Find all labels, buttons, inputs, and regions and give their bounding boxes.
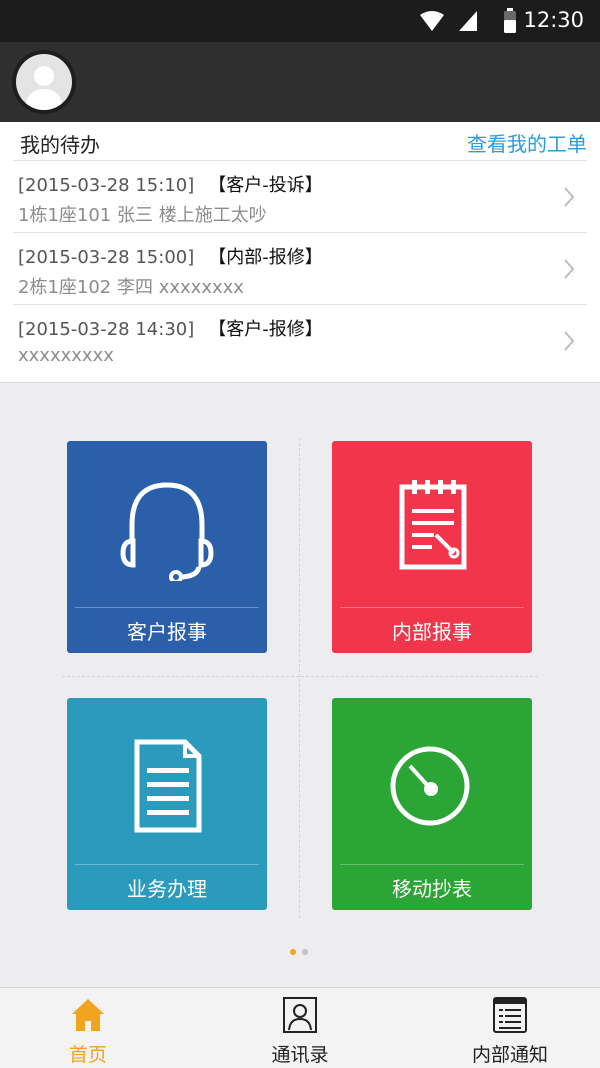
meter-gauge-icon — [390, 746, 470, 826]
customer-report-tile[interactable]: 客户报事 — [67, 441, 267, 653]
tile-label: 客户报事 — [127, 620, 207, 644]
tab-contacts[interactable]: 通讯录 — [200, 988, 400, 1068]
chevron-right-icon — [564, 187, 575, 207]
status-bar: 12:30 — [0, 0, 600, 42]
todo-list: [2015-03-28 15:10] 【客户-投诉】 1栋1座101 张三 楼上施… — [0, 160, 600, 376]
function-grid: 客户报事 内部报事 业务办理 移动抄表 — [0, 383, 600, 987]
chevron-right-icon — [564, 331, 575, 351]
todo-item[interactable]: [2015-03-28 15:10] 【客户-投诉】 1栋1座101 张三 楼上施… — [13, 160, 587, 232]
todo-header: 我的待办 查看我的工单 — [0, 122, 600, 160]
todo-item-title: [2015-03-28 14:30] 【客户-报修】 — [18, 315, 323, 341]
todo-item-title: [2015-03-28 15:00] 【内部-报修】 — [18, 243, 323, 269]
mobile-meter-reading-tile[interactable]: 移动抄表 — [332, 698, 532, 910]
tile-separator — [75, 864, 259, 865]
tab-home[interactable]: 首页 — [0, 988, 188, 1068]
todo-item[interactable]: [2015-03-28 14:30] 【客户-报修】 xxxxxxxxx — [13, 304, 587, 376]
internal-report-tile[interactable]: 内部报事 — [332, 441, 532, 653]
document-icon — [134, 739, 202, 833]
grid-divider-vertical — [299, 438, 300, 918]
tile-label: 移动抄表 — [392, 877, 472, 901]
page-dot — [302, 949, 308, 955]
clock-time: 12:30 — [523, 8, 584, 32]
tab-label: 首页 — [68, 1044, 107, 1066]
todo-item-time: [2015-03-28 14:30] — [18, 319, 195, 340]
todo-title: 我的待办 — [20, 133, 100, 157]
todo-item-title: [2015-03-28 15:10] 【客户-投诉】 — [18, 171, 323, 197]
app-header — [0, 42, 600, 122]
chevron-right-icon — [564, 259, 575, 279]
wifi-icon — [420, 11, 444, 31]
tile-separator — [340, 607, 524, 608]
tile-label: 业务办理 — [127, 877, 207, 901]
battery-icon — [504, 8, 516, 33]
todo-item-detail: xxxxxxxxx — [18, 345, 114, 366]
repair-notepad-icon — [399, 480, 467, 570]
todo-section: 我的待办 查看我的工单 [2015-03-28 15:10] 【客户-投诉】 1栋… — [0, 122, 600, 383]
tile-label: 内部报事 — [392, 620, 472, 644]
view-my-orders-link[interactable]: 查看我的工单 — [467, 128, 587, 157]
avatar-person-icon — [25, 66, 63, 110]
todo-item-tag: 【客户-报修】 — [208, 319, 323, 340]
notice-icon — [493, 997, 527, 1033]
tab-label: 内部通知 — [471, 1044, 548, 1066]
tile-separator — [75, 607, 259, 608]
todo-item-tag: 【内部-报修】 — [208, 247, 323, 268]
headset-icon — [120, 482, 214, 581]
business-processing-tile[interactable]: 业务办理 — [67, 698, 267, 910]
tab-label: 通讯录 — [271, 1044, 329, 1066]
home-icon — [72, 999, 104, 1031]
contacts-icon — [283, 997, 317, 1033]
tile-separator — [340, 864, 524, 865]
signal-icon — [459, 11, 477, 31]
tab-internal-notice[interactable]: 内部通知 — [410, 988, 600, 1068]
todo-item-time: [2015-03-28 15:00] — [18, 247, 195, 268]
todo-item[interactable]: [2015-03-28 15:00] 【内部-报修】 2栋1座102 李四 xxx… — [13, 232, 587, 304]
bottom-tab-bar: 首页 通讯录 内部通知 — [0, 987, 600, 1068]
todo-item-detail: 2栋1座102 李四 xxxxxxxx — [18, 277, 244, 298]
page-dot-active — [290, 949, 296, 955]
todo-item-time: [2015-03-28 15:10] — [18, 175, 195, 196]
todo-item-detail: 1栋1座101 张三 楼上施工太吵 — [18, 205, 267, 226]
todo-item-tag: 【客户-投诉】 — [208, 175, 323, 196]
grid-divider-horizontal — [62, 676, 538, 677]
user-avatar[interactable] — [16, 54, 72, 110]
